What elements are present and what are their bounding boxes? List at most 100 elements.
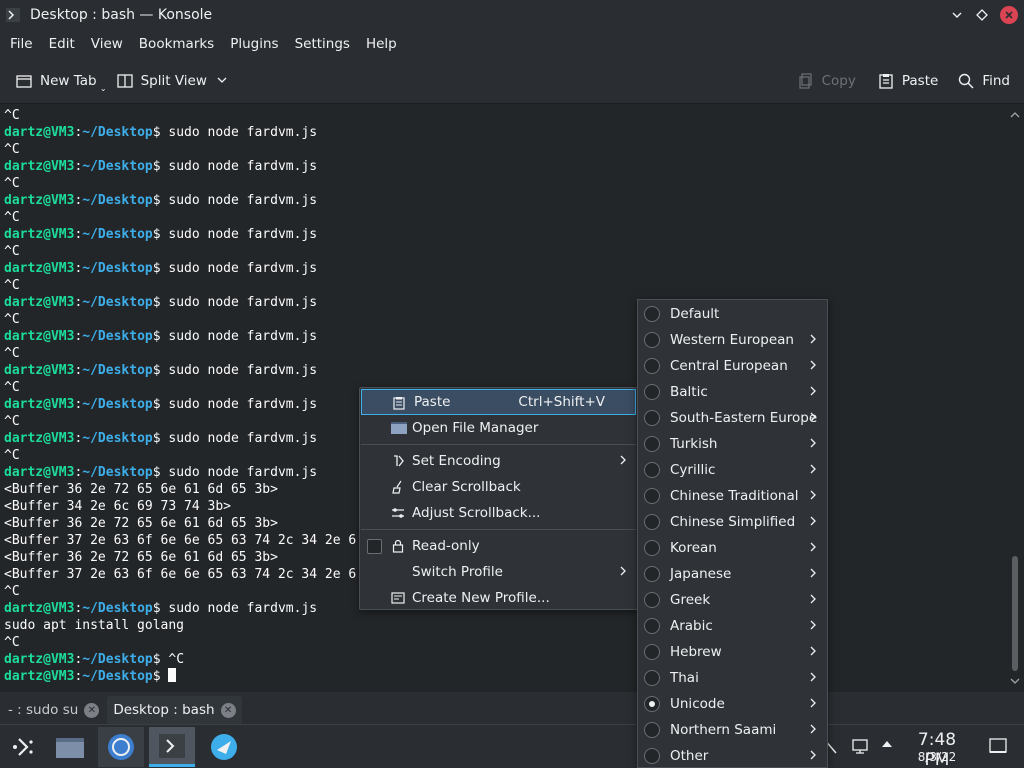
encoding-item-chinese-traditional[interactable]: Chinese Traditional (638, 483, 827, 509)
radio-button[interactable] (644, 358, 660, 374)
browser-task-icon[interactable] (98, 727, 144, 767)
close-window-button[interactable] (1000, 6, 1018, 24)
discover-task-icon[interactable] (201, 727, 247, 767)
close-tab-icon[interactable]: ✕ (220, 702, 236, 718)
radio-button[interactable] (644, 462, 660, 478)
menu-item-switch-profile[interactable]: Switch Profile (360, 559, 637, 585)
radio-button[interactable] (644, 722, 660, 738)
scroll-down-icon[interactable] (1009, 675, 1021, 687)
prompt-user: dartz@VM3 (4, 193, 75, 208)
tab-desktop-bash[interactable]: Desktop : bash ✕ (107, 696, 242, 724)
menu-item-create-new-profile[interactable]: Create New Profile... (360, 585, 637, 611)
shortcut-label: Ctrl+Shift+V (518, 394, 605, 410)
menu-help[interactable]: Help (358, 30, 405, 58)
encoding-item-northern-saami[interactable]: Northern Saami (638, 717, 827, 743)
radio-button[interactable] (644, 696, 660, 712)
menu-plugins[interactable]: Plugins (222, 30, 286, 58)
menu-item-label: Read-only (412, 538, 480, 554)
menu-settings[interactable]: Settings (287, 30, 358, 58)
encoding-item-western-european[interactable]: Western European (638, 327, 827, 353)
prompt-user: dartz@VM3 (4, 125, 75, 140)
menu-item-read-only[interactable]: Read-only (360, 533, 637, 559)
encoding-item-arabic[interactable]: Arabic (638, 613, 827, 639)
encoding-item-hebrew[interactable]: Hebrew (638, 639, 827, 665)
submenu-arrow-icon (809, 463, 817, 478)
encoding-item-unicode[interactable]: Unicode (638, 691, 827, 717)
terminal-scrollbar[interactable] (1006, 105, 1024, 692)
radio-button[interactable] (644, 384, 660, 400)
menu-view[interactable]: View (83, 30, 131, 58)
scrollbar-thumb[interactable] (1012, 556, 1018, 671)
encoding-item-cyrillic[interactable]: Cyrillic (638, 457, 827, 483)
prompt-path: ~/Desktop (82, 669, 153, 684)
find-button[interactable]: Find (950, 65, 1018, 97)
radio-button[interactable] (644, 566, 660, 582)
radio-button[interactable] (644, 540, 660, 556)
encoding-item-korean[interactable]: Korean (638, 535, 827, 561)
file-manager-task-icon[interactable] (47, 727, 93, 767)
command-text: sudo node fardvm.js (160, 125, 318, 140)
menu-item-set-encoding[interactable]: Set Encoding (360, 448, 637, 474)
encoding-label: Arabic (670, 618, 713, 634)
menu-file[interactable]: File (2, 30, 41, 58)
radio-button[interactable] (644, 436, 660, 452)
menu-edit[interactable]: Edit (41, 30, 83, 58)
menu-bookmarks[interactable]: Bookmarks (131, 30, 222, 58)
terminal-line: dartz@VM3:~/Desktop$ sudo node fardvm.js (4, 329, 318, 344)
radio-button[interactable] (644, 514, 660, 530)
encoding-item-greek[interactable]: Greek (638, 587, 827, 613)
radio-button[interactable] (644, 618, 660, 634)
radio-button[interactable] (644, 306, 660, 322)
scroll-up-icon[interactable] (1009, 109, 1021, 121)
encoding-item-central-european[interactable]: Central European (638, 353, 827, 379)
new-tab-label: New Tab (40, 72, 97, 89)
maximize-button[interactable] (971, 4, 993, 26)
encoding-item-other[interactable]: Other (638, 743, 827, 767)
submenu-arrow-icon (809, 437, 817, 452)
network-icon[interactable] (851, 737, 869, 759)
terminal-line: ^C (4, 634, 1006, 651)
copy-button[interactable]: Copy (790, 65, 864, 97)
radio-button[interactable] (644, 592, 660, 608)
encoding-label: Chinese Simplified (670, 514, 796, 530)
output-text: ^C (4, 312, 20, 327)
paste-button[interactable]: Paste (870, 65, 946, 97)
output-text: ^C (4, 414, 20, 429)
menu-item-open-file-manager[interactable]: Open File Manager (360, 415, 637, 441)
radio-button[interactable] (644, 410, 660, 426)
application-launcher-icon[interactable] (0, 727, 46, 767)
close-tab-icon[interactable]: ✕ (84, 702, 100, 718)
menu-item-paste[interactable]: Paste Ctrl+Shift+V (361, 389, 636, 415)
menu-item-clear-scrollback[interactable]: Clear Scrollback (360, 474, 637, 500)
read-only-checkbox[interactable] (367, 539, 382, 554)
radio-button[interactable] (644, 332, 660, 348)
radio-button[interactable] (644, 644, 660, 660)
encoding-label: Baltic (670, 384, 708, 400)
encoding-item-japanese[interactable]: Japanese (638, 561, 827, 587)
tab-sudo-su[interactable]: - : sudo su ✕ (2, 696, 105, 724)
encoding-item-baltic[interactable]: Baltic (638, 379, 827, 405)
tray-expand-icon[interactable] (880, 737, 894, 755)
split-view-button[interactable]: Split View (109, 65, 235, 97)
minimize-button[interactable] (946, 4, 968, 26)
clock-date[interactable]: 8/3/22 (904, 750, 970, 764)
encoding-item-default[interactable]: Default (638, 301, 827, 327)
encoding-item-chinese-simplified[interactable]: Chinese Simplified (638, 509, 827, 535)
radio-button[interactable] (644, 748, 660, 764)
konsole-task-icon[interactable] (149, 727, 195, 767)
show-desktop-icon[interactable] (989, 737, 1007, 759)
encoding-item-south-eastern-europe[interactable]: South-Eastern Europe (638, 405, 827, 431)
encoding-item-turkish[interactable]: Turkish (638, 431, 827, 457)
prompt-user: dartz@VM3 (4, 652, 75, 667)
menu-item-label: Adjust Scrollback... (412, 505, 541, 521)
radio-button[interactable] (644, 670, 660, 686)
encoding-item-thai[interactable]: Thai (638, 665, 827, 691)
menu-item-adjust-scrollback[interactable]: Adjust Scrollback... (360, 500, 637, 526)
find-label: Find (982, 72, 1010, 89)
radio-button[interactable] (644, 488, 660, 504)
encoding-label: Central European (670, 358, 788, 374)
chevron-down-icon[interactable] (217, 73, 227, 89)
command-text (161, 669, 169, 684)
new-tab-button[interactable]: New Tab ⌄ (8, 65, 107, 97)
menu-separator (361, 444, 636, 445)
